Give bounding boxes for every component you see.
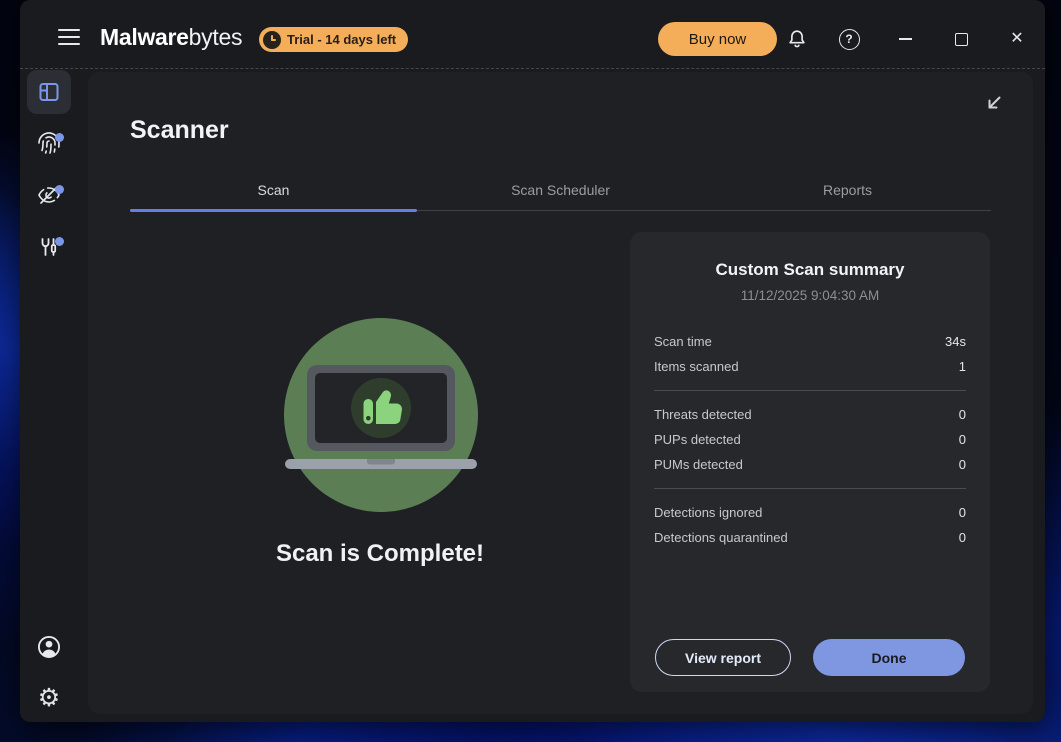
scan-summary-card: Custom Scan summary 11/12/2025 9:04:30 A… xyxy=(630,232,990,692)
view-report-button[interactable]: View report xyxy=(655,639,791,676)
tab-bar: Scan Scan Scheduler Reports xyxy=(130,170,991,212)
dashboard-layout-icon xyxy=(39,83,59,101)
summary-row-scan-time: Scan time 34s xyxy=(654,334,966,349)
main-panel: Scanner Scan Scan Scheduler Reports Scan… xyxy=(88,72,1033,714)
logo-bold-text: Malware xyxy=(100,24,189,50)
sidebar-item-tools[interactable] xyxy=(27,225,71,269)
tab-reports[interactable]: Reports xyxy=(704,170,991,210)
sidebar-item-account[interactable] xyxy=(27,625,71,669)
help-icon[interactable]: ? xyxy=(836,26,862,52)
clock-icon xyxy=(263,30,281,49)
sidebar-item-settings[interactable]: ⚙ xyxy=(27,676,71,720)
summary-row-detections-quarantined: Detections quarantined 0 xyxy=(654,530,966,545)
tab-scan[interactable]: Scan xyxy=(130,170,417,212)
account-icon xyxy=(38,636,60,658)
buy-now-button[interactable]: Buy now xyxy=(658,22,777,56)
summary-title: Custom Scan summary xyxy=(715,260,905,279)
summary-divider xyxy=(654,488,966,489)
scan-complete-message: Scan is Complete! xyxy=(275,540,485,567)
summary-divider xyxy=(654,390,966,391)
summary-row-threats-detected: Threats detected 0 xyxy=(654,407,966,422)
summary-row-detections-ignored: Detections ignored 0 xyxy=(654,505,966,520)
notification-dot xyxy=(55,185,64,194)
summary-row-pups-detected: PUPs detected 0 xyxy=(654,432,966,447)
maximize-button[interactable] xyxy=(947,26,975,52)
gear-icon: ⚙ xyxy=(37,683,61,712)
trial-badge[interactable]: Trial - 14 days left xyxy=(259,27,409,52)
sidebar-item-dashboard[interactable] xyxy=(27,70,71,114)
sidebar-item-privacy[interactable] xyxy=(27,173,71,217)
done-button[interactable]: Done xyxy=(813,639,965,676)
summary-row-items-scanned: Items scanned 1 xyxy=(654,359,966,374)
collapse-arrow-icon[interactable] xyxy=(981,90,1007,116)
notification-dot xyxy=(55,237,64,246)
sidebar-item-detection-history[interactable] xyxy=(27,121,71,165)
scan-complete-illustration xyxy=(281,315,481,515)
summary-timestamp: 11/12/2025 9:04:30 AM xyxy=(740,288,880,303)
logo-light-text: bytes xyxy=(188,24,243,50)
minimize-button[interactable] xyxy=(891,26,919,52)
summary-rows: Scan time 34s Items scanned 1 Threats de… xyxy=(654,329,966,550)
malwarebytes-logo: Malwarebytes xyxy=(100,24,242,51)
close-button[interactable]: ✕ xyxy=(1003,26,1031,52)
tab-scan-scheduler[interactable]: Scan Scheduler xyxy=(417,170,704,210)
menu-icon[interactable] xyxy=(58,29,80,46)
page-title: Scanner xyxy=(130,116,229,144)
summary-row-pums-detected: PUMs detected 0 xyxy=(654,457,966,472)
notification-dot xyxy=(55,133,64,142)
trial-badge-label: Trial - 14 days left xyxy=(287,32,397,47)
notifications-bell-icon[interactable] xyxy=(784,26,810,52)
titlebar-divider xyxy=(20,68,1045,69)
